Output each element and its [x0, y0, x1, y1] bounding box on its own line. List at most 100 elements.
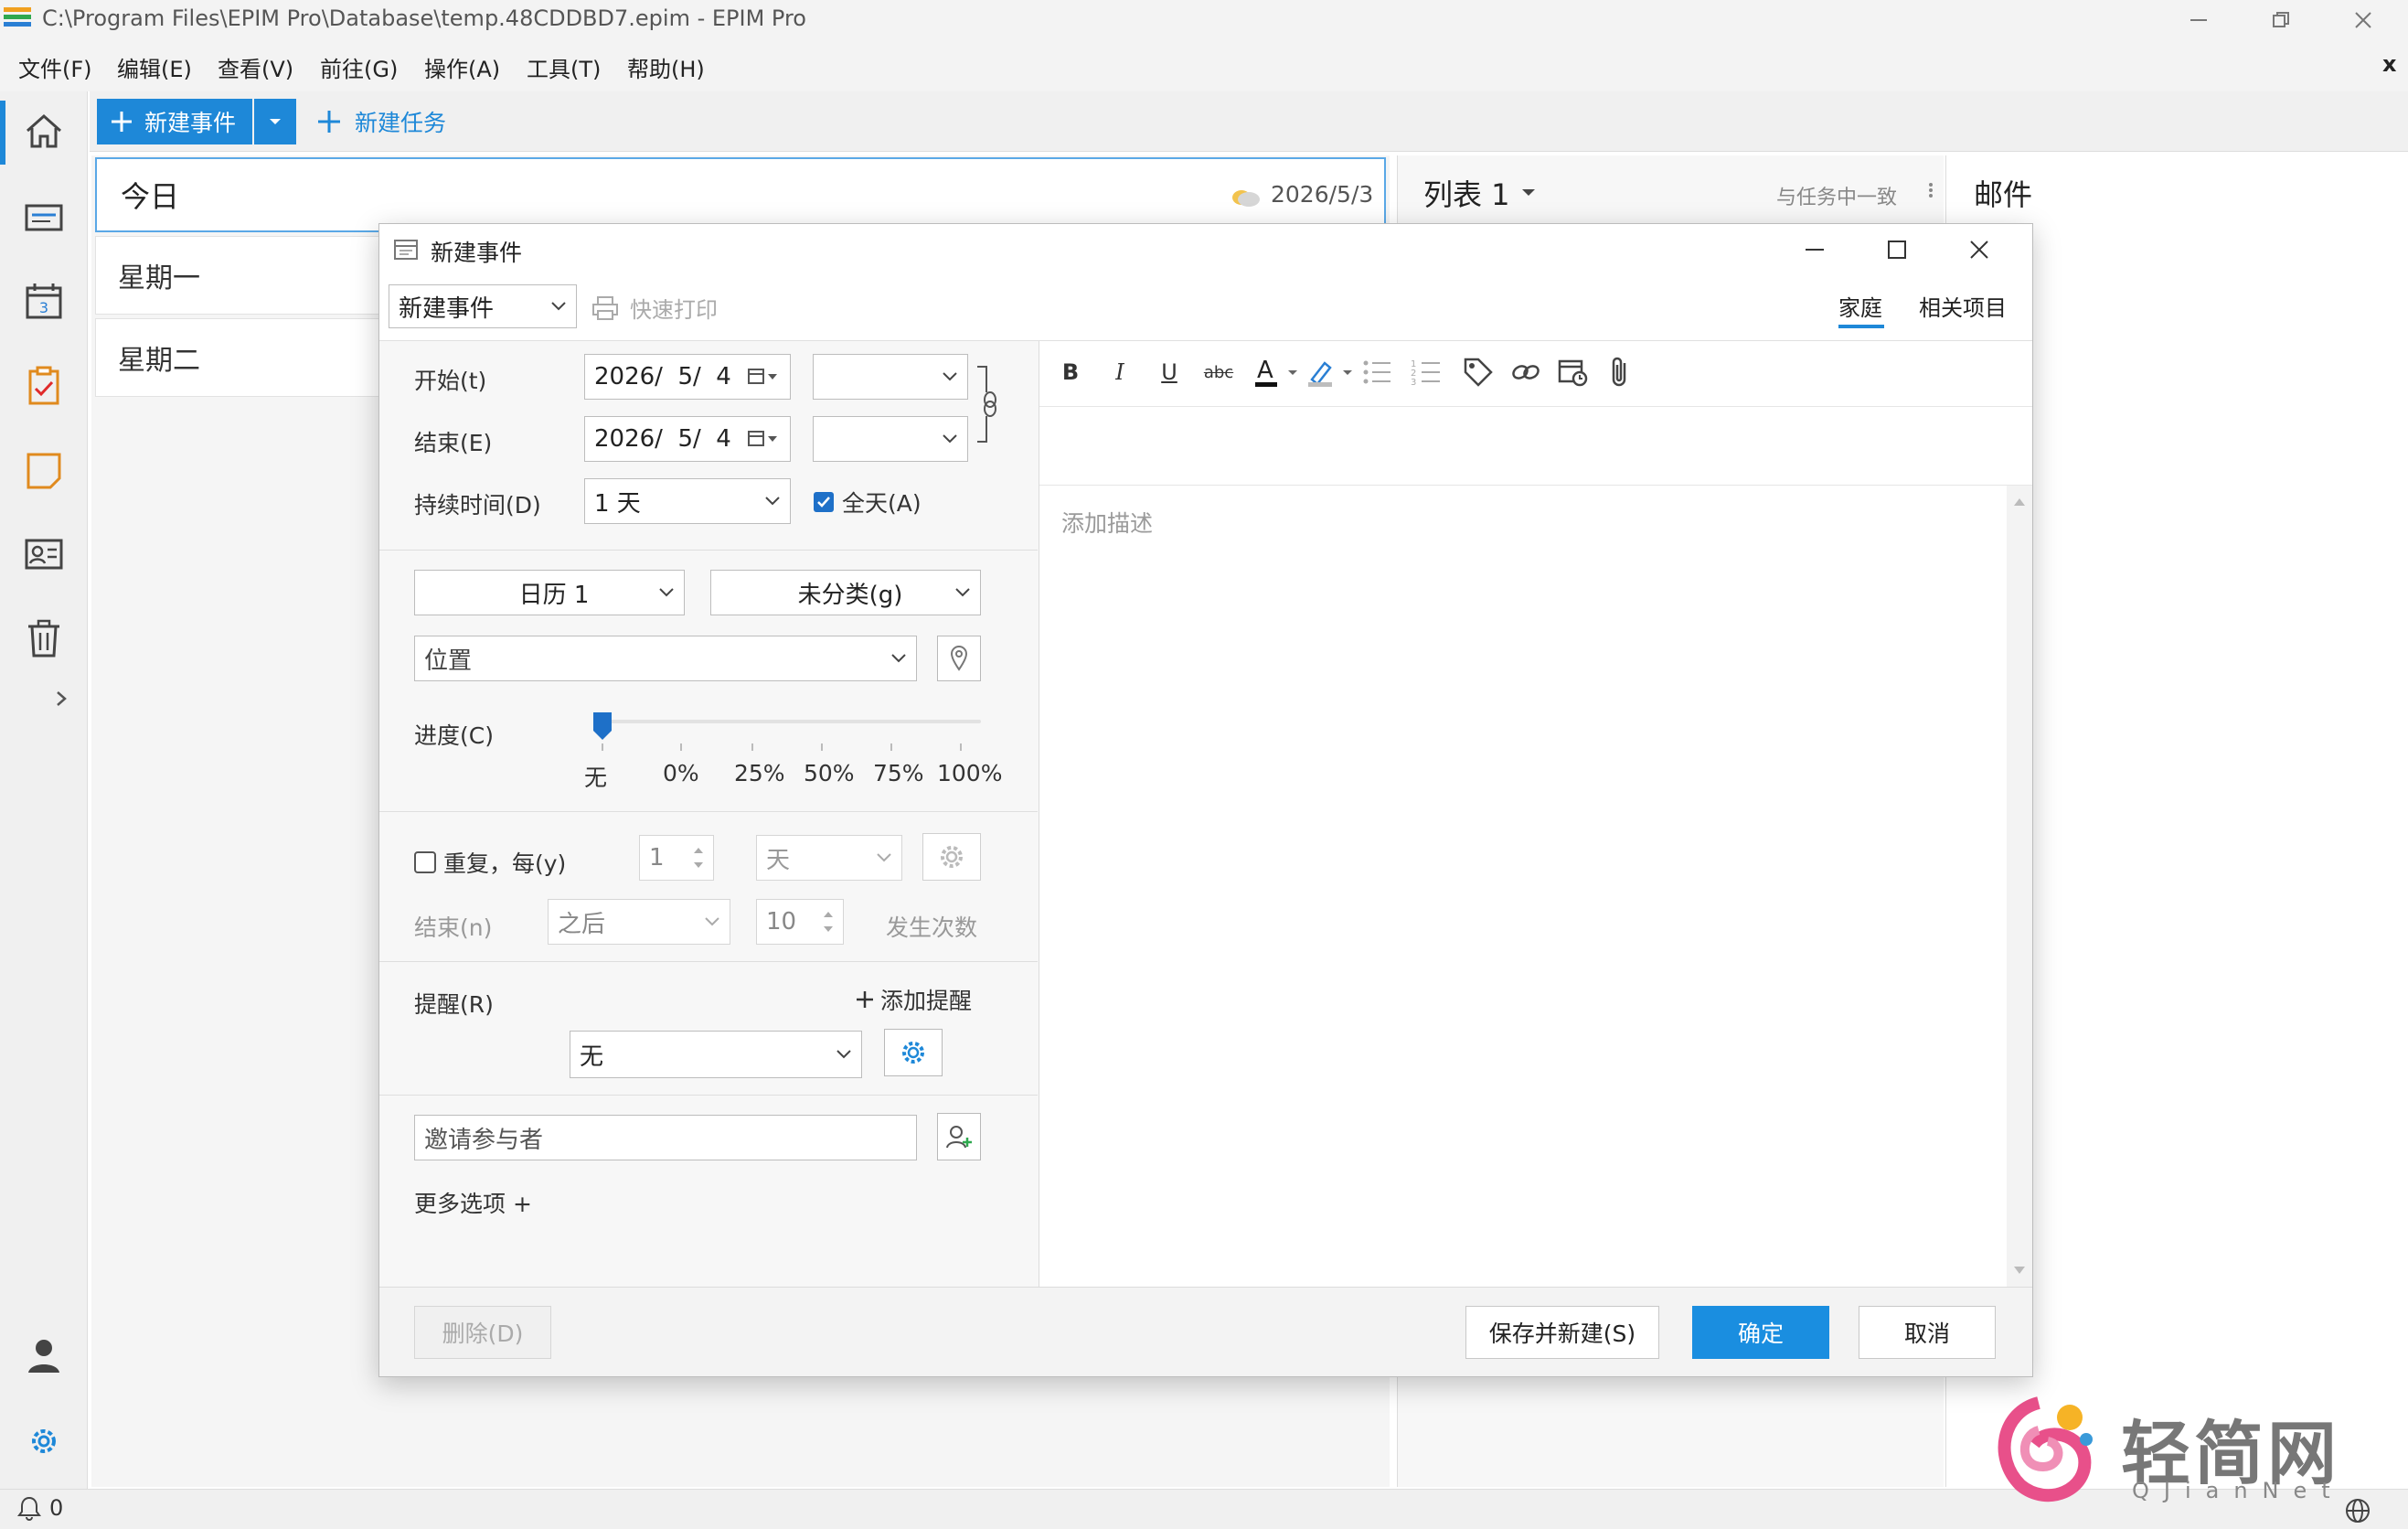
minimize-button[interactable]	[2158, 0, 2240, 40]
menu-help[interactable]: 帮助(H)	[627, 51, 705, 83]
reminder-settings-button[interactable]	[884, 1029, 943, 1076]
menu-go[interactable]: 前往(G)	[320, 51, 398, 83]
account-icon[interactable]	[20, 1331, 68, 1379]
reminder-select[interactable]: 无	[570, 1031, 862, 1078]
highlight-color-icon[interactable]	[1306, 354, 1356, 390]
strikethrough-icon[interactable]: abc	[1200, 354, 1237, 390]
repeat-unit-select[interactable]: 天	[756, 835, 902, 881]
home-icon[interactable]	[20, 108, 68, 155]
expand-rail-chevron-icon[interactable]	[53, 688, 69, 710]
attachments-area[interactable]	[1039, 407, 2032, 486]
stepper-arrows-icon	[694, 848, 703, 868]
menu-file[interactable]: 文件(F)	[18, 51, 92, 83]
end-after-select[interactable]: 之后	[548, 899, 730, 945]
start-date-picker[interactable]: 2026/ 5/ 4	[584, 354, 791, 400]
duration-select[interactable]: 1 天	[584, 478, 791, 524]
save-and-new-button[interactable]: 保存并新建(S)	[1465, 1306, 1659, 1359]
tag-icon[interactable]	[1462, 356, 1495, 389]
chevron-down-icon	[765, 497, 780, 506]
list-selector[interactable]: 列表 1	[1423, 172, 1536, 214]
font-color-icon[interactable]: A	[1253, 354, 1299, 390]
new-event-dropdown-button[interactable]	[254, 99, 296, 144]
menu-tools[interactable]: 工具(T)	[527, 51, 601, 83]
calendar-dropdown-icon	[748, 369, 777, 384]
mail-title: 邮件	[1974, 177, 2033, 212]
add-attendee-button[interactable]	[937, 1113, 981, 1160]
progress-slider[interactable]	[593, 711, 981, 740]
ok-button[interactable]: 确定	[1692, 1306, 1829, 1359]
end-time-select[interactable]	[813, 416, 968, 462]
dialog-minimize-button[interactable]	[1802, 237, 1827, 262]
tab-family[interactable]: 家庭	[1838, 290, 1882, 322]
slider-thumb[interactable]	[591, 711, 613, 742]
repeat-count-stepper[interactable]: 1	[639, 835, 714, 881]
watermark: 轻简网 QJianNet	[1975, 1381, 2377, 1518]
new-event-dialog: 新建事件 新建事件 快速打印 家庭 相关项目 开始(t) 2026/ 5/ 4	[378, 223, 2033, 1377]
menu-edit[interactable]: 编辑(E)	[117, 51, 192, 83]
attachment-paperclip-icon[interactable]	[1606, 356, 1634, 389]
new-task-button[interactable]: 新建任务	[316, 99, 446, 144]
more-options-link[interactable]: 更多选项 +	[414, 1186, 532, 1219]
tasks-icon[interactable]	[20, 362, 68, 410]
end-date-picker[interactable]: 2026/ 5/ 4	[584, 416, 791, 462]
numbered-list-icon[interactable]: 123	[1411, 356, 1444, 389]
category-select[interactable]: 未分类(g)	[710, 570, 981, 615]
event-type-select[interactable]: 新建事件	[389, 284, 577, 328]
chevron-down-icon	[551, 302, 566, 311]
checkbox-unchecked-icon	[414, 851, 436, 873]
dialog-footer: 删除(D) 保存并新建(S) 确定 取消	[379, 1287, 2032, 1376]
list-filter[interactable]: 与任务中一致	[1776, 181, 1897, 210]
calendar-select[interactable]: 日历 1	[414, 570, 685, 615]
notes-icon[interactable]	[20, 446, 68, 494]
map-pin-icon	[950, 645, 968, 671]
settings-gear-icon[interactable]	[20, 1417, 68, 1465]
close-window-button[interactable]	[2322, 0, 2404, 40]
italic-icon[interactable]: I	[1102, 354, 1138, 390]
menu-view[interactable]: 查看(V)	[218, 51, 293, 83]
repeat-count-value: 1	[649, 844, 665, 871]
description-scrollbar[interactable]	[2007, 486, 2032, 1287]
progress-tick-25: 25%	[734, 760, 785, 786]
tab-related-items[interactable]: 相关项目	[1919, 290, 2007, 322]
location-select[interactable]: 位置	[414, 636, 917, 681]
notifications[interactable]: 0	[16, 1495, 63, 1521]
today-header[interactable]: 今日 2026/5/3	[95, 157, 1386, 232]
category-value: 未分类(g)	[797, 581, 903, 609]
occurrences-stepper[interactable]: 10	[756, 899, 844, 945]
chevron-down-icon	[943, 372, 957, 381]
format-toolbar: B I U abc A 123	[1039, 341, 2032, 407]
link-start-end-icon[interactable]	[974, 363, 999, 445]
bulleted-list-icon[interactable]	[1361, 356, 1394, 389]
new-event-button[interactable]: 新建事件	[97, 99, 252, 144]
svg-text:A: A	[1257, 357, 1273, 384]
more-options-icon[interactable]	[1928, 181, 1934, 199]
trash-icon[interactable]	[20, 615, 68, 662]
bold-icon[interactable]: B	[1052, 354, 1089, 390]
link-icon[interactable]	[1509, 356, 1542, 389]
chevron-down-icon	[836, 1050, 851, 1059]
repeat-checkbox[interactable]: 重复，每(y)	[414, 846, 566, 879]
restore-button[interactable]	[2240, 0, 2322, 40]
add-reminder-button[interactable]: 添加提醒	[855, 983, 972, 1016]
contacts-icon[interactable]	[20, 530, 68, 578]
underline-icon[interactable]: U	[1151, 354, 1188, 390]
map-pin-button[interactable]	[937, 636, 981, 681]
menu-action[interactable]: 操作(A)	[424, 51, 500, 83]
dialog-maximize-button[interactable]	[1884, 237, 1910, 262]
cancel-button[interactable]: 取消	[1859, 1306, 1996, 1359]
mail-list-icon[interactable]	[20, 194, 68, 241]
quick-print-button[interactable]: 快速打印	[579, 292, 718, 324]
invite-attendees-input[interactable]: 邀请参与者	[414, 1115, 917, 1160]
description-editor[interactable]: 添加描述	[1039, 486, 2007, 1287]
all-day-checkbox[interactable]: 全天(A)	[813, 486, 922, 519]
chevron-down-icon	[891, 654, 906, 663]
repeat-settings-button[interactable]	[922, 833, 981, 881]
delete-button[interactable]: 删除(D)	[414, 1306, 551, 1359]
stepper-arrows-icon	[824, 912, 833, 932]
calendar-icon[interactable]: 3	[20, 278, 68, 326]
close-document-button[interactable]: x	[2382, 51, 2396, 77]
today-date: 2026/5/3	[1271, 181, 1374, 208]
calendar-link-icon[interactable]	[1557, 356, 1590, 389]
dialog-close-button[interactable]	[1966, 237, 1992, 262]
start-time-select[interactable]	[813, 354, 968, 400]
